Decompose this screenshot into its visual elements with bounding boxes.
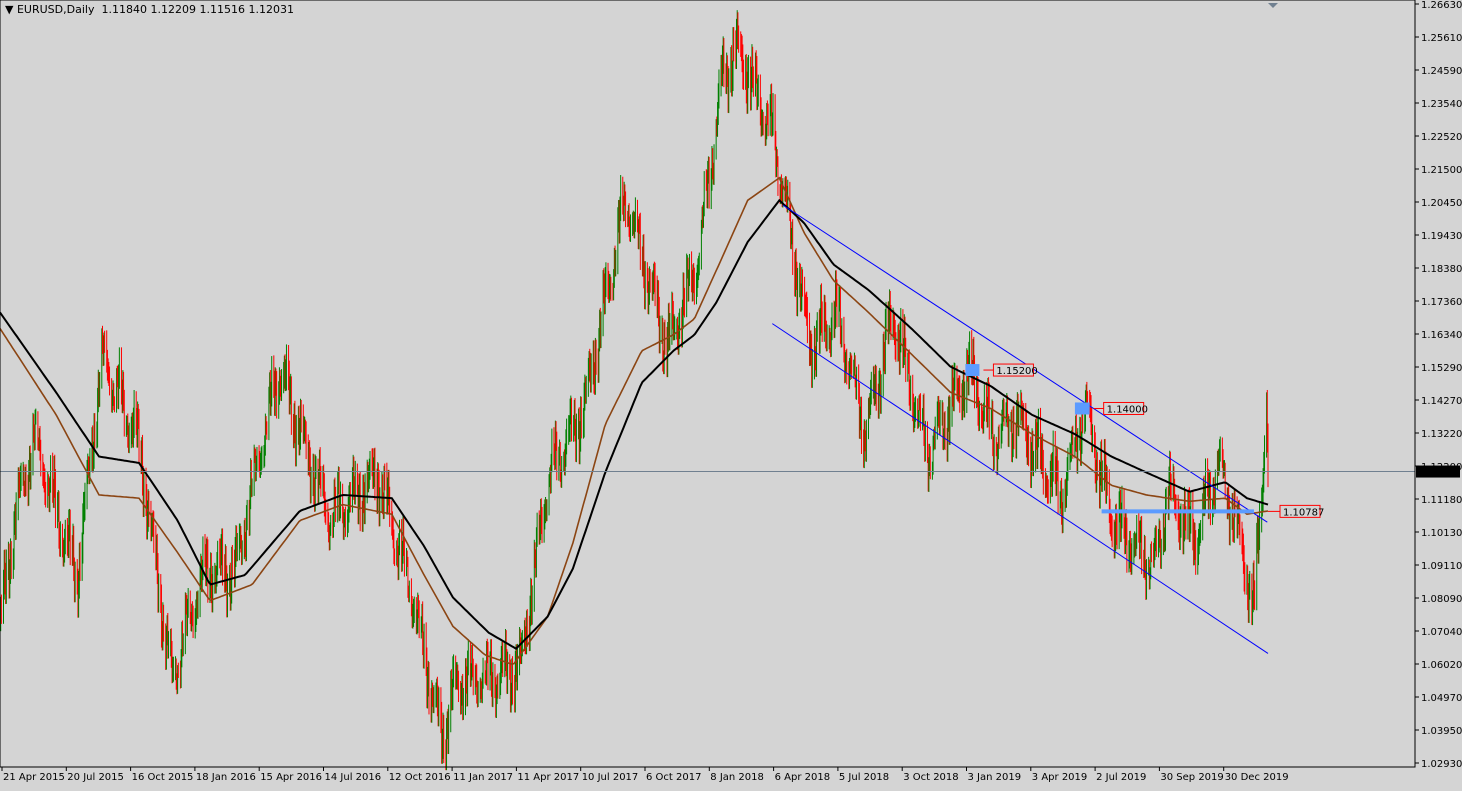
y-tick-label: 1.11180 (1421, 495, 1462, 506)
y-tick-label: 1.17360 (1421, 297, 1462, 308)
y-tick-label: 1.20450 (1421, 198, 1462, 209)
x-tick-label: 6 Oct 2017 (646, 772, 701, 783)
y-tick-label: 1.15290 (1421, 363, 1462, 374)
x-tick-label: 8 Jan 2018 (710, 772, 764, 783)
y-tick-label: 1.07040 (1421, 627, 1462, 638)
y-tick-label: 1.12200 (1421, 462, 1462, 473)
y-tick-label: 1.03950 (1421, 726, 1462, 737)
x-tick-label: 3 Oct 2018 (903, 772, 958, 783)
chart-header: ▼ EURUSD,Daily 1.11840 1.12209 1.11516 1… (5, 3, 294, 16)
level-label: 1.10787 (1283, 507, 1324, 518)
y-tick-label: 1.08090 (1421, 594, 1462, 605)
x-tick-label: 2 Jul 2019 (1096, 772, 1146, 783)
y-tick-label: 1.23540 (1421, 99, 1462, 110)
y-tick-label: 1.25610 (1421, 33, 1462, 44)
close-value: 1.12031 (248, 3, 294, 16)
chart-background (0, 0, 1462, 787)
x-tick-label: 6 Apr 2018 (775, 772, 830, 783)
symbol-label: EURUSD (16, 3, 64, 16)
x-tick-label: 16 Oct 2015 (132, 772, 194, 783)
y-tick-label: 1.16340 (1421, 330, 1462, 341)
x-tick-label: 3 Jan 2019 (968, 772, 1022, 783)
x-tick-label: 3 Apr 2019 (1032, 772, 1087, 783)
y-tick-label: 1.22520 (1421, 132, 1462, 143)
open-value: 1.11840 (101, 3, 147, 16)
y-tick-label: 1.04970 (1421, 693, 1462, 704)
y-tick-label: 1.14270 (1421, 396, 1462, 407)
header-triangle-icon: ▼ (5, 3, 17, 16)
x-tick-label: 20 Jul 2015 (67, 772, 124, 783)
level-label: 1.15200 (996, 366, 1037, 377)
y-tick-label: 1.09110 (1421, 561, 1462, 572)
high-value: 1.12209 (150, 3, 196, 16)
y-tick-label: 1.10130 (1421, 528, 1462, 539)
y-tick-label: 1.18380 (1421, 264, 1462, 275)
chart-window[interactable]: ▼ EURUSD,Daily 1.11840 1.12209 1.11516 1… (0, 0, 1462, 787)
y-tick-label: 1.26630 (1421, 0, 1462, 11)
x-tick-label: 14 Jul 2016 (325, 772, 382, 783)
low-value: 1.11516 (199, 3, 245, 16)
y-tick-label: 1.21500 (1421, 165, 1462, 176)
x-tick-label: 5 Jul 2018 (839, 772, 889, 783)
y-tick-label: 1.06020 (1421, 660, 1462, 671)
timeframe-label: Daily (66, 3, 95, 16)
x-tick-label: 30 Dec 2019 (1225, 772, 1289, 783)
y-tick-label: 1.02930 (1421, 759, 1462, 770)
x-tick-label: 15 Apr 2016 (260, 772, 322, 783)
level-zone (965, 364, 980, 377)
level-zone (1101, 509, 1254, 514)
x-tick-label: 10 Jul 2017 (582, 772, 639, 783)
y-tick-label: 1.13220 (1421, 429, 1462, 440)
price-chart[interactable]: 1.15200 1.14000 1.10787 1.12031 1.26630 1.2… (0, 0, 1462, 787)
x-tick-label: 11 Apr 2017 (517, 772, 579, 783)
level-label: 1.14000 (1107, 404, 1148, 415)
x-tick-label: 12 Oct 2016 (389, 772, 451, 783)
x-tick-label: 21 Apr 2015 (3, 772, 65, 783)
level-zone (1074, 402, 1090, 415)
y-tick-label: 1.24590 (1421, 66, 1462, 77)
x-tick-label: 11 Jan 2017 (453, 772, 513, 783)
x-tick-label: 30 Sep 2019 (1160, 772, 1223, 783)
y-tick-label: 1.19430 (1421, 231, 1462, 242)
x-tick-label: 18 Jan 2016 (196, 772, 256, 783)
